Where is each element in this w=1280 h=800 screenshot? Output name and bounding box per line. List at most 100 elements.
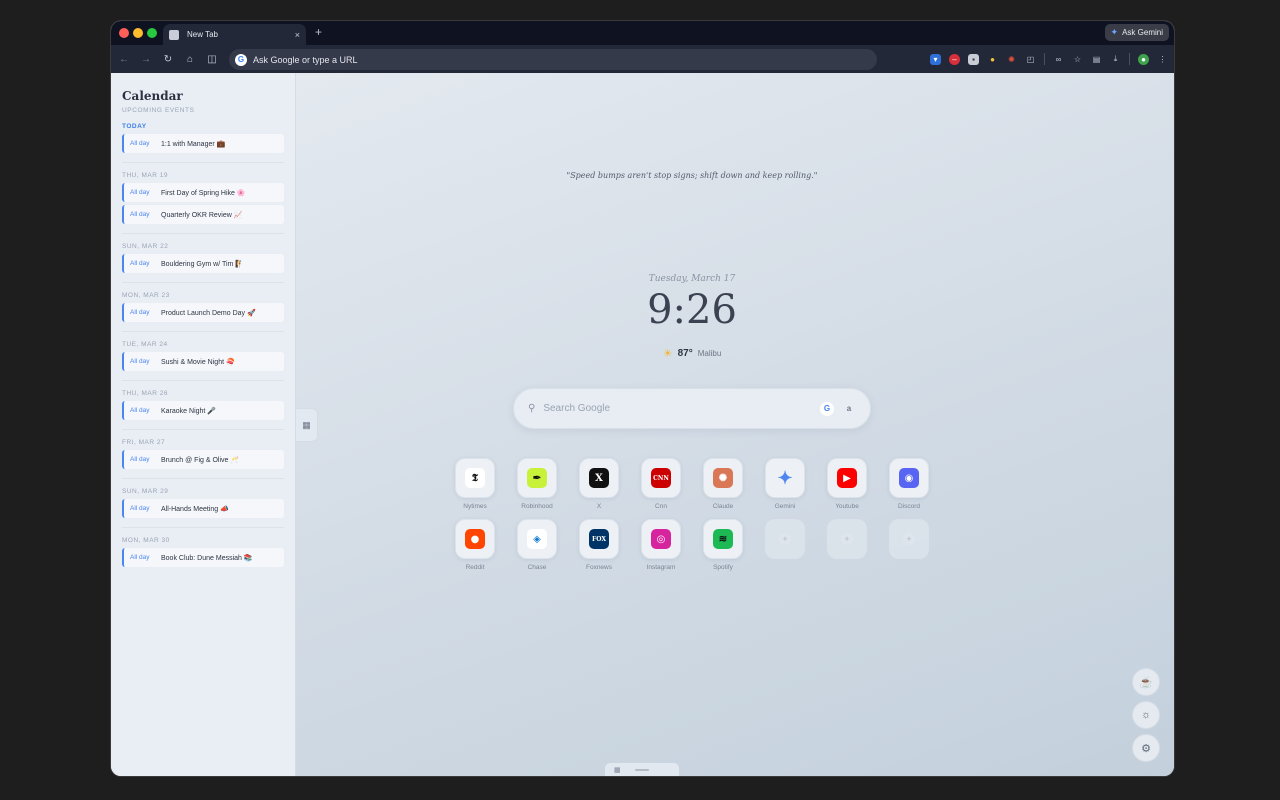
shortcut-tile[interactable]: ▶ — [827, 458, 867, 498]
calendar-toggle-button[interactable]: ▦ — [296, 408, 318, 442]
shortcut-x[interactable]: XX — [579, 458, 619, 511]
bitwarden-icon[interactable]: ▾ — [930, 53, 941, 65]
search-box[interactable]: ⚲ Search Google G a — [513, 388, 871, 429]
event-time: All day — [130, 407, 150, 414]
zoom-window-button[interactable] — [147, 28, 157, 38]
shortcut-reddit[interactable]: ● Reddit — [455, 519, 495, 572]
new-tab-page: Calendar UPCOMING EVENTS TODAY All day 1:1… — [111, 73, 1174, 776]
brightness-button[interactable]: ☼ — [1132, 701, 1160, 729]
download-icon[interactable]: ⤓ — [1110, 54, 1121, 65]
shortcut-gemini[interactable]: ✦ Gemini — [765, 458, 805, 511]
google-engine-icon[interactable]: G — [820, 401, 834, 416]
bookmark-star-icon[interactable]: ☆ — [1072, 54, 1083, 65]
shortcut-label: Instagram — [646, 564, 676, 571]
bottom-drawer-handle[interactable]: ▦ — [605, 763, 679, 776]
shortcut-tile[interactable]: ◉ — [889, 458, 929, 498]
calendar-event[interactable]: All day First Day of Spring Hike 🌸 — [122, 183, 284, 202]
address-bar[interactable]: G Ask Google or type a URL — [229, 49, 877, 70]
shortcut-tile[interactable]: + — [827, 519, 867, 559]
split-view-icon[interactable]: ◫ — [201, 54, 223, 65]
shortcut-tile[interactable]: CNN — [641, 458, 681, 498]
calendar-day-group: SUN, MAR 29 All day All-Hands Meeting 📣 — [122, 488, 284, 528]
calendar-event[interactable]: All day Quarterly OKR Review 📈 — [122, 205, 284, 224]
shortcut-grid: 𝕿 Nytimes ✒ Robinhood X X CNN Cnn ✺ Claude ✦ Gemini… — [455, 458, 935, 572]
shortcut-instagram[interactable]: ◎ Instagram — [641, 519, 681, 572]
forward-icon[interactable]: → — [135, 54, 157, 65]
minimize-window-button[interactable] — [133, 28, 143, 38]
shortcut-tile[interactable]: 𝕿 — [455, 458, 495, 498]
shortcut-tile[interactable]: + — [889, 519, 929, 559]
shortcut-youtube[interactable]: ▶ Youtube — [827, 458, 867, 511]
calendar-event[interactable]: All day Sushi & Movie Night 🍣 — [122, 352, 284, 371]
calendar-event[interactable]: All day 1:1 with Manager 💼 — [122, 134, 284, 153]
back-icon[interactable]: ← — [113, 54, 135, 65]
gear-icon: ⚙ — [1141, 742, 1151, 755]
shortcut-claude[interactable]: ✺ Claude — [703, 458, 743, 511]
ublock-icon[interactable]: – — [949, 53, 960, 65]
settings-button[interactable]: ⚙ — [1132, 734, 1160, 762]
amazon-engine-icon[interactable]: a — [842, 402, 856, 416]
shortcut-tile[interactable]: ≋ — [703, 519, 743, 559]
event-title: Book Club: Dune Messiah 📚 — [161, 554, 253, 562]
shortcut-foxnews[interactable]: FOX Foxnews — [579, 519, 619, 572]
event-title: Sushi & Movie Night 🍣 — [161, 358, 235, 366]
tab-new-tab[interactable]: New Tab × — [163, 24, 306, 45]
calendar-event[interactable]: All day Brunch @ Fig & Olive 🥂 — [122, 450, 284, 469]
calendar-event[interactable]: All day Karaoke Night 🎤 — [122, 401, 284, 420]
profile-avatar[interactable]: ● — [1138, 53, 1149, 65]
sparkle-icon[interactable]: ✺ — [1006, 54, 1017, 65]
shortcut-chase[interactable]: ◈ Chase — [517, 519, 557, 572]
event-title: 1:1 with Manager 💼 — [161, 140, 226, 148]
event-title: Quarterly OKR Review 📈 — [161, 211, 243, 219]
shortcut-tile[interactable]: ● — [455, 519, 495, 559]
shortcut-tile[interactable]: ✺ — [703, 458, 743, 498]
address-placeholder: Ask Google or type a URL — [253, 54, 358, 65]
quote-text: "Speed bumps aren't stop signs; shift do… — [566, 171, 818, 180]
link-icon[interactable]: ∞ — [1053, 54, 1064, 65]
calendar-day-list: TODAY All day 1:1 with Manager 💼 THU, MAR 1… — [122, 123, 284, 576]
shortcut-tile[interactable]: ◈ — [517, 519, 557, 559]
ask-gemini-label: Ask Gemini — [1122, 28, 1163, 37]
add-shortcut-button[interactable]: + — [889, 519, 929, 572]
shortcut-label: Nytimes — [463, 503, 487, 510]
calendar-event[interactable]: All day Product Launch Demo Day 🚀 — [122, 303, 284, 322]
coffee-button[interactable]: ☕ — [1132, 668, 1160, 696]
shortcut-label: Youtube — [835, 503, 859, 510]
shortcut-label: Foxnews — [585, 564, 612, 571]
shortcut-tile[interactable]: ◎ — [641, 519, 681, 559]
add-shortcut-button[interactable]: + — [765, 519, 805, 572]
shortcut-nytimes[interactable]: 𝕿 Nytimes — [455, 458, 495, 511]
event-time: All day — [130, 456, 150, 463]
calendar-event[interactable]: All day Book Club: Dune Messiah 📚 — [122, 548, 284, 567]
reading-list-icon[interactable]: ▤ — [1091, 54, 1102, 65]
ask-gemini-button[interactable]: ✦ Ask Gemini — [1104, 24, 1169, 41]
shortcut-spotify[interactable]: ≋ Spotify — [703, 519, 743, 572]
brightness-icon: ☼ — [1140, 709, 1152, 721]
shortcut-tile[interactable]: ✦ — [765, 458, 805, 498]
calendar-day-label: TUE, MAR 24 — [122, 341, 168, 348]
shortcut-tile[interactable]: ✒ — [517, 458, 557, 498]
home-icon[interactable]: ⌂ — [179, 54, 201, 65]
shortcut-discord[interactable]: ◉ Discord — [889, 458, 929, 511]
extension-icon[interactable]: ▪ — [968, 53, 979, 65]
event-time: All day — [130, 309, 150, 316]
menu-icon[interactable]: ⋮ — [1157, 54, 1168, 65]
foxnews-icon: FOX — [589, 529, 609, 549]
puzzle-icon[interactable]: ◰ — [1025, 54, 1036, 65]
close-window-button[interactable] — [119, 28, 129, 38]
calendar-event[interactable]: All day Bouldering Gym w/ Tim 🧗 — [122, 254, 284, 273]
calendar-event[interactable]: All day All-Hands Meeting 📣 — [122, 499, 284, 518]
lightbulb-icon[interactable]: ● — [987, 54, 998, 65]
shortcut-tile[interactable]: FOX — [579, 519, 619, 559]
close-tab-icon[interactable]: × — [295, 30, 300, 40]
shortcut-robinhood[interactable]: ✒ Robinhood — [517, 458, 557, 511]
shortcut-tile[interactable]: + — [765, 519, 805, 559]
shortcut-cnn[interactable]: CNN Cnn — [641, 458, 681, 511]
plus-icon: + — [779, 533, 791, 545]
add-shortcut-button[interactable]: + — [827, 519, 867, 572]
coffee-icon: ☕ — [1139, 676, 1153, 689]
calendar-icon: ▦ — [614, 766, 621, 774]
reload-icon[interactable]: ↻ — [157, 54, 179, 65]
shortcut-tile[interactable]: X — [579, 458, 619, 498]
new-tab-button[interactable]: + — [315, 25, 322, 39]
